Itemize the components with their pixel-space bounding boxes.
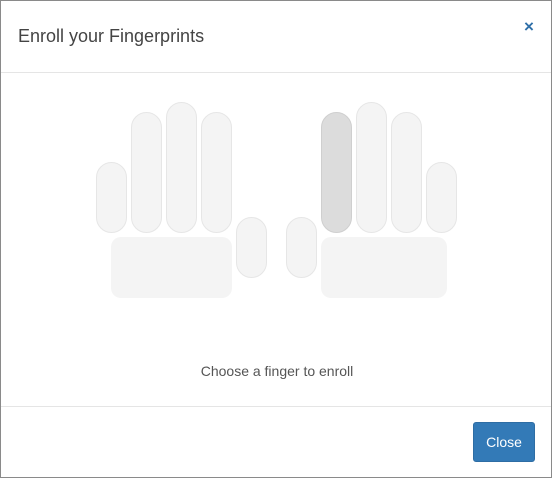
finger-right-thumb[interactable] <box>286 217 317 278</box>
close-icon[interactable]: × <box>521 18 537 36</box>
hands-diagram <box>1 73 551 333</box>
finger-left-thumb[interactable] <box>236 217 267 278</box>
finger-left-middle[interactable] <box>166 102 197 233</box>
palm-right <box>321 237 447 298</box>
finger-right-index[interactable] <box>321 112 352 233</box>
finger-left-ring[interactable] <box>131 112 162 233</box>
finger-left-index[interactable] <box>201 112 232 233</box>
dialog-title: Enroll your Fingerprints <box>18 26 205 46</box>
dialog-footer: Close <box>1 406 551 478</box>
dialog-header: Enroll your Fingerprints × <box>1 1 551 73</box>
finger-right-pinky[interactable] <box>426 162 457 233</box>
close-button[interactable]: Close <box>473 422 535 462</box>
palm-left <box>111 237 232 298</box>
instruction-text: Choose a finger to enroll <box>200 363 354 379</box>
fingerprint-enroll-dialog: Enroll your Fingerprints × Choose a fing… <box>0 0 552 478</box>
finger-right-ring[interactable] <box>391 112 422 233</box>
dialog-body: Choose a finger to enroll <box>1 73 551 406</box>
finger-right-middle[interactable] <box>356 102 387 233</box>
finger-left-pinky[interactable] <box>96 162 127 233</box>
